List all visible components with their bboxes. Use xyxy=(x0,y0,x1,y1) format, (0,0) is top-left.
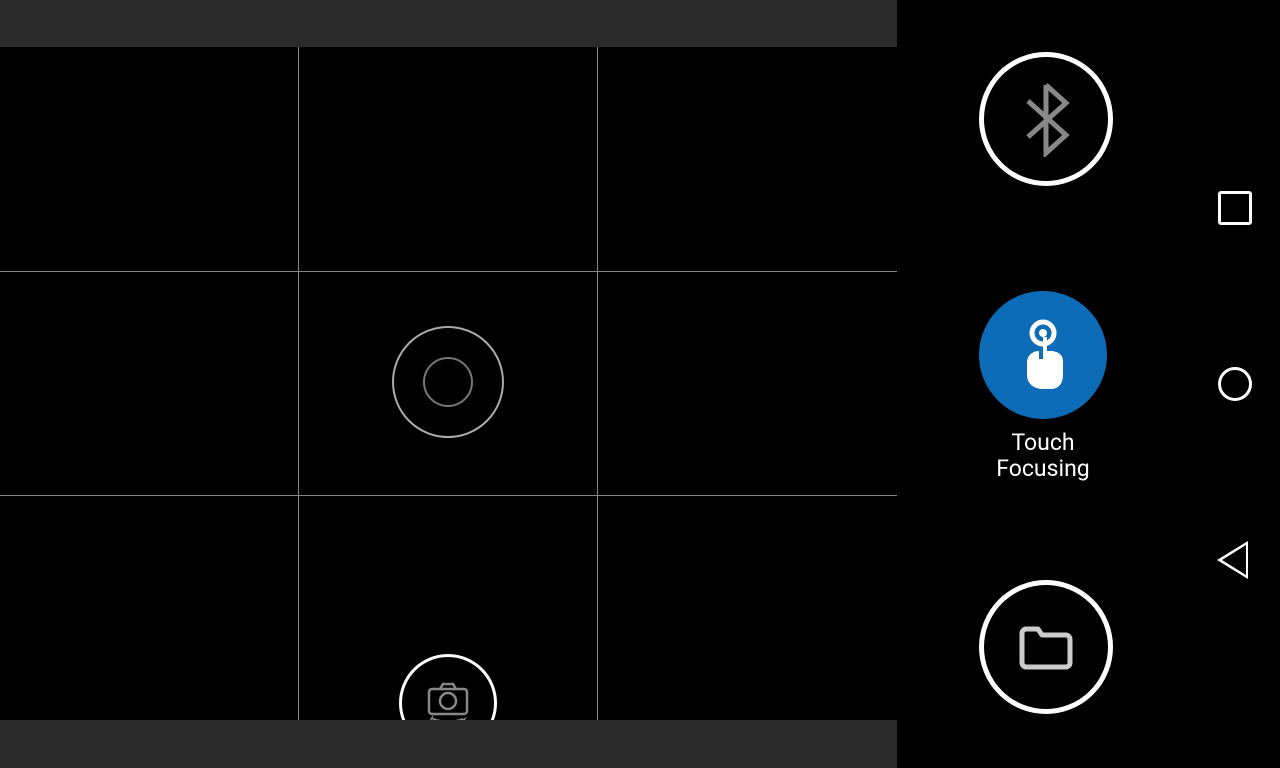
recent-apps-button[interactable] xyxy=(1218,191,1252,225)
touch-focusing-button[interactable] xyxy=(979,291,1107,419)
back-button[interactable] xyxy=(1221,543,1249,577)
touch-icon xyxy=(1013,317,1073,393)
focus-ring-inner xyxy=(423,357,473,407)
switch-camera-icon xyxy=(423,681,473,725)
touch-focusing-label: Touch Focusing xyxy=(979,430,1107,483)
grid-line-horizontal xyxy=(0,271,897,272)
grid-line-vertical xyxy=(298,47,299,720)
android-nav-bar xyxy=(1190,0,1280,768)
folder-icon xyxy=(1016,623,1076,671)
focus-indicator xyxy=(392,326,504,438)
bottom-bar xyxy=(0,720,897,768)
right-control-panel: Touch Focusing xyxy=(897,0,1193,768)
bluetooth-button[interactable] xyxy=(979,52,1113,186)
viewfinder[interactable] xyxy=(0,0,897,768)
camera-app: Touch Focusing xyxy=(0,0,1280,768)
top-status-bar xyxy=(0,0,897,47)
home-button[interactable] xyxy=(1218,367,1252,401)
focus-ring-outer xyxy=(392,326,504,438)
composition-grid xyxy=(0,47,897,720)
grid-line-horizontal xyxy=(0,495,897,496)
bluetooth-icon xyxy=(1020,81,1072,157)
folder-button[interactable] xyxy=(979,580,1113,714)
grid-line-vertical xyxy=(597,47,598,720)
